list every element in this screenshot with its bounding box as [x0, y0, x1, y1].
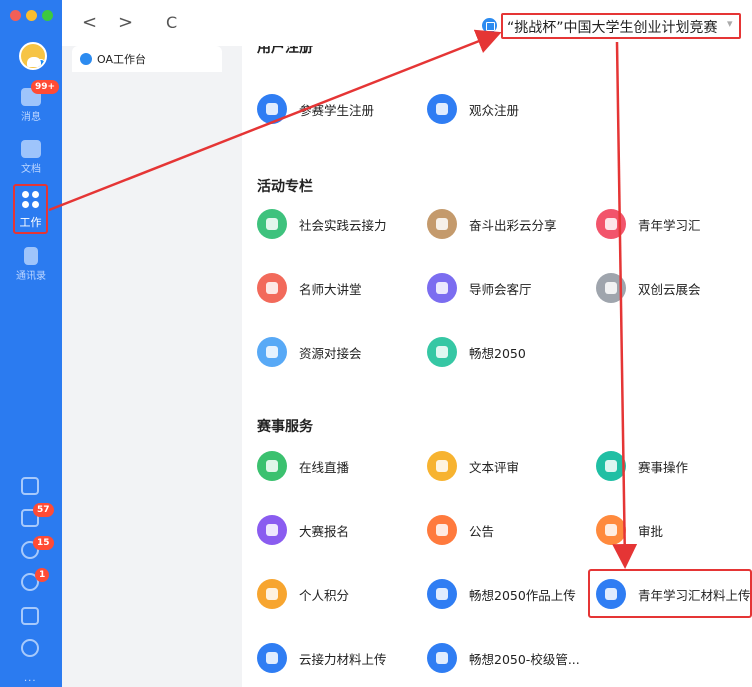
mail-icon[interactable]	[21, 607, 39, 625]
more-icon[interactable]: ···	[24, 676, 37, 687]
app-label: 在线直播	[299, 459, 350, 475]
expo-icon	[596, 273, 626, 303]
app-item[interactable]: 畅想2050	[427, 337, 526, 367]
section-title-activities: 活动专栏	[257, 179, 313, 195]
app-item[interactable]: 双创云展会	[596, 273, 701, 303]
app-item[interactable]: 个人积分	[257, 579, 349, 609]
app-item[interactable]: 畅想2050-校级管...	[427, 643, 580, 673]
sidebar-item-label: 工作	[19, 216, 42, 229]
app-label: 名师大讲堂	[299, 281, 362, 297]
phone-badge: 1	[35, 568, 50, 582]
upload-icon	[257, 643, 287, 673]
app-item[interactable]: 赛事操作	[596, 451, 688, 481]
messages-badge: 99+	[31, 80, 60, 94]
mentor-icon	[427, 273, 457, 303]
sidebar-item-label: 文档	[21, 164, 41, 175]
section-title-competition-services: 赛事服务	[257, 419, 313, 435]
gear-icon	[596, 451, 626, 481]
refresh-button[interactable]: C	[166, 14, 177, 32]
sidebar-item-label: 通讯录	[16, 271, 46, 282]
app-label: 资源对接会	[299, 345, 362, 361]
app-item[interactable]: 青年学习汇	[596, 209, 701, 239]
tab-oa-workbench[interactable]: OA工作台	[72, 46, 222, 72]
lecture-icon	[257, 273, 287, 303]
app-label: 青年学习汇	[638, 217, 701, 233]
app-item[interactable]: 公告	[427, 515, 494, 545]
app-label: 奋斗出彩云分享	[469, 217, 557, 233]
app-label: 文本评审	[469, 459, 520, 475]
study-icon	[596, 209, 626, 239]
app-item[interactable]: 在线直播	[257, 451, 349, 481]
lightning-badge: 15	[33, 536, 54, 550]
relay-icon	[257, 209, 287, 239]
approve-icon	[596, 515, 626, 545]
app-label: 双创云展会	[638, 281, 701, 297]
app-label: 审批	[638, 523, 664, 539]
sidebar-item-contacts[interactable]: 通讯录	[0, 247, 62, 282]
app-label: 畅想2050-校级管...	[469, 651, 580, 667]
student-icon	[257, 94, 287, 124]
app-item[interactable]: 参赛学生注册	[257, 94, 374, 124]
folder-icon	[21, 140, 41, 158]
upload-icon	[427, 579, 457, 609]
avatar[interactable]	[19, 42, 47, 70]
app-label: 导师会客厅	[469, 281, 532, 297]
app-item[interactable]: 观众注册	[427, 94, 519, 124]
app-item[interactable]: 云接力材料上传	[257, 643, 387, 673]
grid-icon	[22, 191, 40, 209]
calendar-icon[interactable]	[21, 477, 39, 495]
app-item[interactable]: 奋斗出彩云分享	[427, 209, 557, 239]
app-label: 大赛报名	[299, 523, 350, 539]
tab-label: OA工作台	[97, 53, 146, 66]
workbench-icon	[80, 53, 92, 65]
close-window-button[interactable]	[10, 10, 21, 21]
resource-icon	[257, 337, 287, 367]
app-item[interactable]: 社会实践云接力	[257, 209, 387, 239]
live-icon	[257, 451, 287, 481]
contacts-icon	[24, 247, 38, 265]
app-item[interactable]: 畅想2050作品上传	[427, 579, 576, 609]
app-label: 社会实践云接力	[299, 217, 387, 233]
app-label: 参赛学生注册	[299, 102, 375, 118]
app-item[interactable]: 导师会客厅	[427, 273, 532, 303]
audience-icon	[427, 94, 457, 124]
section-title-user-registration: 用户注册	[257, 46, 313, 56]
minimize-window-button[interactable]	[26, 10, 37, 21]
app-label: 公告	[469, 523, 495, 539]
app-window: 消息 99+ 文档 工作 通讯录 57 15 1 ··· < > C “挑战杯”…	[0, 0, 752, 687]
app-item[interactable]: 资源对接会	[257, 337, 362, 367]
apps-icon[interactable]	[21, 639, 39, 657]
app-item[interactable]: 大赛报名	[257, 515, 349, 545]
review-icon	[427, 451, 457, 481]
app-item[interactable]: 文本评审	[427, 451, 519, 481]
upload-icon	[427, 643, 457, 673]
avatar-status-icon	[36, 59, 45, 68]
app-label: 云接力材料上传	[299, 651, 387, 667]
future-icon	[427, 337, 457, 367]
chevron-down-icon[interactable]: ▾	[727, 17, 733, 30]
app-logo-icon	[482, 18, 497, 33]
sidebar-item-docs[interactable]: 文档	[0, 140, 62, 175]
app-label: 畅想2050作品上传	[469, 587, 576, 603]
left-sidebar: 消息 99+ 文档 工作 通讯录 57 15 1 ···	[0, 0, 62, 687]
megaphone-icon	[427, 515, 457, 545]
todo-badge: 57	[33, 503, 54, 517]
tab-strip: OA工作台	[62, 46, 242, 687]
app-item[interactable]: 名师大讲堂	[257, 273, 362, 303]
app-label: 赛事操作	[638, 459, 689, 475]
points-icon	[257, 579, 287, 609]
target-highlight-box	[588, 569, 752, 618]
app-label: 个人积分	[299, 587, 350, 603]
maximize-window-button[interactable]	[42, 10, 53, 21]
signup-icon	[257, 515, 287, 545]
app-label: 畅想2050	[469, 345, 526, 361]
sidebar-item-work[interactable]: 工作	[13, 184, 48, 234]
sidebar-item-label: 消息	[21, 112, 41, 123]
share-icon	[427, 209, 457, 239]
app-item[interactable]: 审批	[596, 515, 663, 545]
page-title[interactable]: “挑战杯”中国大学生创业计划竞赛	[507, 17, 718, 37]
back-button[interactable]: <	[82, 14, 97, 32]
app-label: 观众注册	[469, 102, 520, 118]
forward-button[interactable]: >	[118, 14, 133, 32]
